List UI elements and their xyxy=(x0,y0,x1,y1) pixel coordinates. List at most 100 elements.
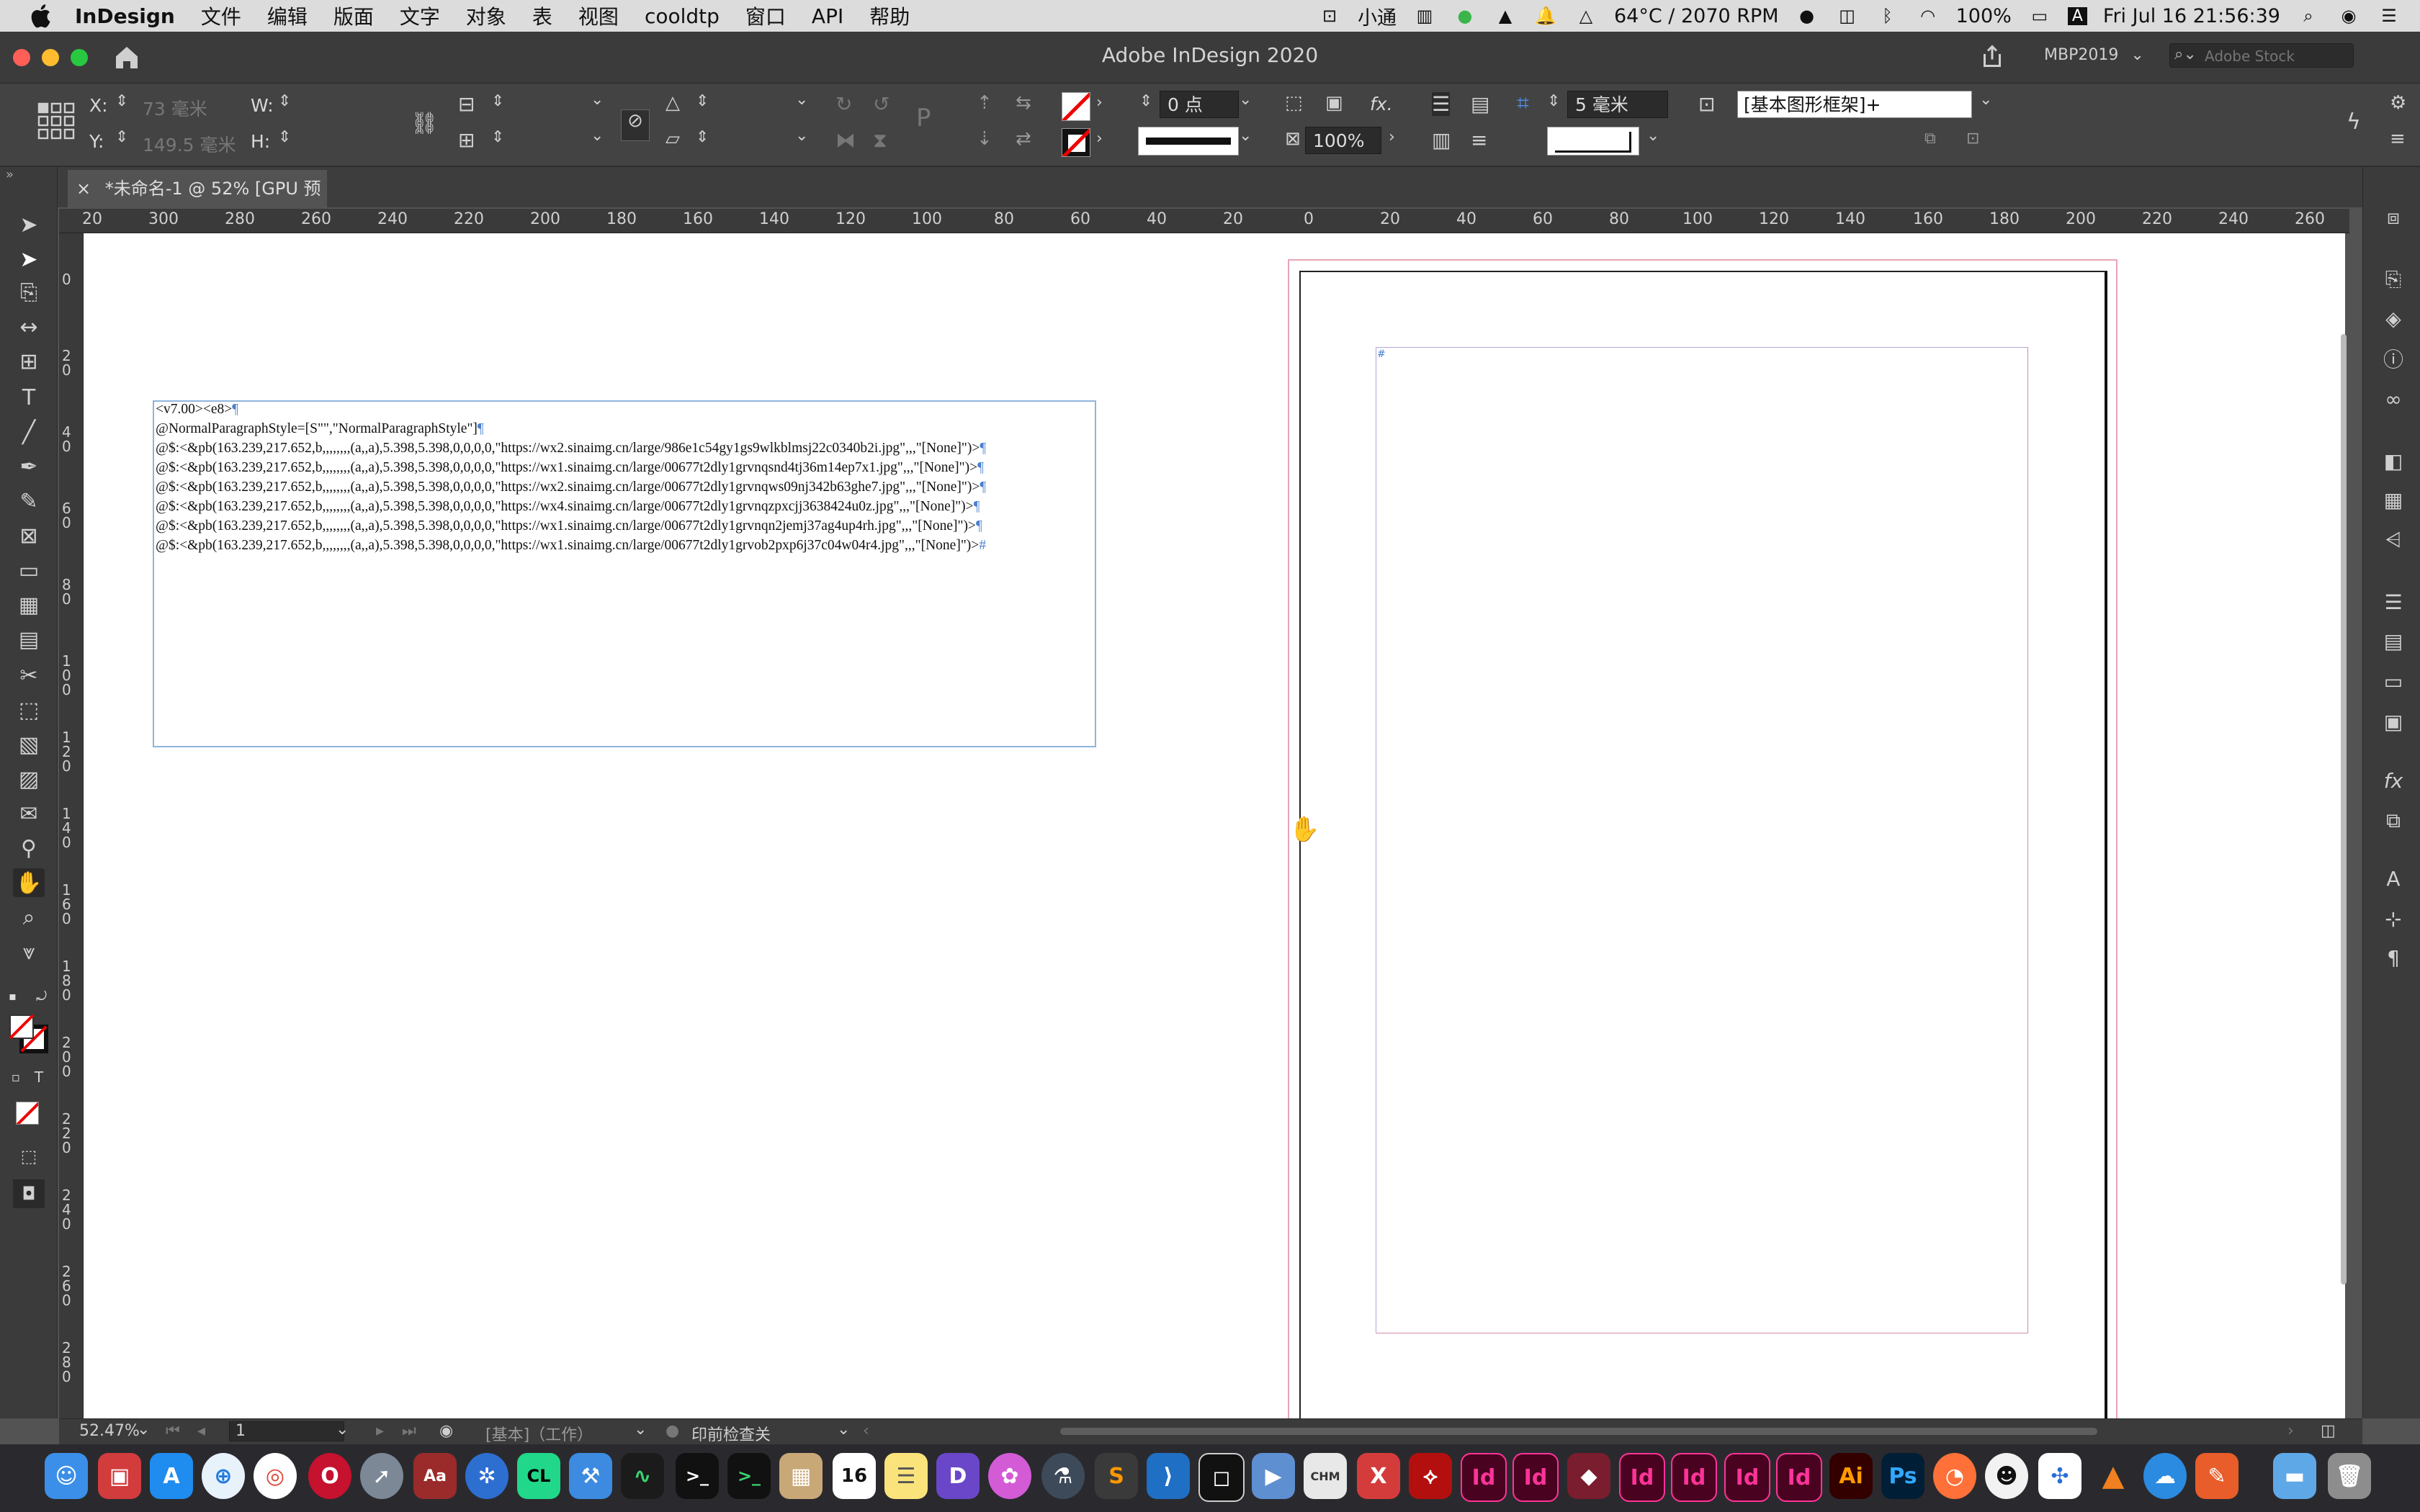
indesign-icon[interactable]: Id xyxy=(1724,1453,1770,1502)
y-stepper[interactable]: ⇕ xyxy=(115,128,128,146)
menu-app-indesign[interactable]: InDesign xyxy=(75,4,175,28)
text-wrap-box-icon[interactable]: ▤ xyxy=(1471,92,1489,116)
opera-icon[interactable]: O xyxy=(308,1453,351,1499)
illustrator-icon[interactable]: Ai xyxy=(1829,1453,1873,1499)
line-tool-icon[interactable]: ╱ xyxy=(13,418,45,446)
new-style-icon[interactable]: ⊡ xyxy=(1966,130,1979,148)
info-panel-icon[interactable]: ⓘ xyxy=(2378,344,2409,373)
panel-settings-icon[interactable]: ⚙ xyxy=(2390,92,2406,114)
free-transform-tool-icon[interactable]: ⬚ xyxy=(13,696,45,724)
pen-tool-icon[interactable]: ✒ xyxy=(13,452,45,481)
prev-page-icon[interactable]: ◂ xyxy=(197,1422,205,1440)
menu-type[interactable]: 文字 xyxy=(400,1,440,30)
gap-field[interactable]: 5 毫米 xyxy=(1567,91,1668,118)
menu-view[interactable]: 视图 xyxy=(578,1,619,30)
scroll-right-icon[interactable]: › xyxy=(2287,1422,2294,1440)
preflight-dropdown[interactable]: ⌄ xyxy=(837,1421,850,1439)
panel-menu-icon[interactable]: ≡ xyxy=(2390,128,2406,150)
profile-dropdown[interactable]: ⌄ xyxy=(634,1421,647,1439)
swap-colors-icon[interactable]: ⤾ xyxy=(36,989,47,1004)
menu-layout[interactable]: 版面 xyxy=(333,1,374,30)
flip-vertical-icon[interactable]: ⧗ xyxy=(873,128,887,153)
photoshop-icon[interactable]: Ps xyxy=(1881,1453,1924,1499)
app-dock-icon[interactable]: ✎ xyxy=(2195,1453,2238,1499)
zoom-tool-icon[interactable]: ⌕ xyxy=(13,903,45,932)
stock-search[interactable]: ⌕⌄ xyxy=(2169,43,2354,68)
opacity-icon[interactable]: ⊠ xyxy=(1285,128,1301,150)
menubar-clock[interactable]: Fri Jul 16 21:56:39 xyxy=(2103,5,2280,27)
flip-horizontal-icon[interactable]: ⧓ xyxy=(835,128,856,152)
frame-fitting-icon[interactable]: ▣ xyxy=(1325,92,1343,114)
rotate-cw-icon[interactable]: ↻ xyxy=(835,92,852,116)
link-icon[interactable]: ⊘ xyxy=(621,109,650,141)
table-panel-icon[interactable]: ▤ xyxy=(2378,626,2409,655)
terminal-icon[interactable]: >_ xyxy=(676,1453,719,1499)
green-dot-icon[interactable]: ● xyxy=(1453,5,1477,27)
view-mode-icon[interactable]: ⬚ xyxy=(13,1142,45,1171)
stroke-weight-field[interactable]: 0 点 xyxy=(1160,91,1239,118)
w-stepper[interactable]: ⇕ xyxy=(278,92,291,110)
menu-help[interactable]: 帮助 xyxy=(869,1,910,30)
cc-libraries-icon[interactable]: ⧈ xyxy=(2378,203,2409,232)
gap-stepper[interactable]: ⇕ xyxy=(1547,92,1560,110)
default-colors-icon[interactable]: ▪ xyxy=(9,989,17,1003)
activity-monitor-icon[interactable]: ∿ xyxy=(621,1453,664,1499)
stroke-type-dropdown[interactable]: ⌄ xyxy=(1239,127,1252,145)
rotate-stepper[interactable]: ⇕ xyxy=(696,92,709,110)
indesign-icon[interactable]: Id xyxy=(1512,1453,1559,1502)
stroke-panel-icon[interactable]: ◧ xyxy=(2378,446,2409,475)
indesign-icon[interactable]: Id xyxy=(1461,1453,1507,1502)
chm-reader-icon[interactable]: CHM xyxy=(1304,1453,1347,1499)
align-panel-icon[interactable]: ⊹ xyxy=(2378,904,2409,933)
firefox-icon[interactable]: ◔ xyxy=(1933,1453,1976,1499)
text-wrap-shape-icon[interactable]: ▥ xyxy=(1432,128,1451,152)
eyedropper-tool-icon[interactable]: ⚲ xyxy=(13,834,45,863)
calendar-icon[interactable]: 16 xyxy=(833,1453,876,1499)
app-dock-icon[interactable]: ✲ xyxy=(465,1453,508,1499)
object-style-field[interactable]: [基本图形框架]+ xyxy=(1737,91,1972,118)
scale-y-stepper[interactable]: ⇕ xyxy=(491,128,504,146)
toolbox-more-icon[interactable]: ⩔ xyxy=(13,937,45,966)
page-tool-icon[interactable]: ⎘ xyxy=(13,278,45,307)
select-next-icon[interactable]: ⇄ xyxy=(1016,128,1031,150)
split-window-icon[interactable]: ◫ xyxy=(2321,1422,2336,1440)
finder-icon[interactable]: ☺ xyxy=(45,1453,88,1499)
links-panel-icon[interactable]: ∞ xyxy=(2378,384,2409,413)
text-wrap-none-icon[interactable]: ☰ xyxy=(1432,92,1451,116)
zoom-level[interactable]: 52.47% xyxy=(79,1422,140,1440)
app-dock-icon[interactable]: D xyxy=(936,1453,980,1499)
app-dock-icon[interactable]: ◆ xyxy=(1567,1453,1610,1499)
quick-apply-icon[interactable]: ϟ xyxy=(2347,109,2361,135)
xiaotong-label[interactable]: 小通 xyxy=(1358,2,1397,30)
document-tab[interactable]: × *未命名-1 @ 52% [GPU 预览] xyxy=(68,170,327,236)
pasteboard[interactable]: <v7.00><e8>¶ @NormalParagraphStyle=[S"",… xyxy=(84,233,2347,1431)
rotate-ccw-icon[interactable]: ↺ xyxy=(873,92,889,116)
x-stepper[interactable]: ⇕ xyxy=(115,92,128,110)
input-method-indicator[interactable]: A xyxy=(2067,6,2087,25)
menu-window[interactable]: 窗口 xyxy=(745,1,786,30)
table-tool-icon[interactable]: ▦ xyxy=(13,590,45,619)
rectangle-tool-icon[interactable]: ▭ xyxy=(13,556,45,585)
first-page-icon[interactable]: ⏮ xyxy=(166,1422,180,1440)
scale-x-stepper[interactable]: ⇕ xyxy=(491,92,504,110)
indesign-icon[interactable]: Id xyxy=(1776,1453,1822,1502)
fit-frame-icon[interactable]: ⬚ xyxy=(1285,92,1303,114)
app-dock-icon[interactable]: ⚗ xyxy=(1041,1453,1085,1499)
text-frame[interactable]: <v7.00><e8>¶ @NormalParagraphStyle=[S"",… xyxy=(153,400,1096,747)
select-content-icon[interactable]: ⇣ xyxy=(977,128,992,150)
fill-stroke-proxy[interactable] xyxy=(9,1014,49,1054)
shear-stepper[interactable]: ⇕ xyxy=(696,128,709,146)
qq-icon[interactable]: ● xyxy=(1795,5,1819,27)
vertical-scrollbar[interactable] xyxy=(2341,334,2347,1284)
scissors-tool-icon[interactable]: ✂ xyxy=(13,661,45,690)
character-panel-icon[interactable]: A xyxy=(2378,864,2409,893)
opacity-field[interactable]: 100% xyxy=(1305,127,1381,154)
battery-icon[interactable]: ▭ xyxy=(2027,5,2052,27)
apple-icon[interactable] xyxy=(27,1,56,30)
shear-dropdown[interactable]: ⌄ xyxy=(795,127,808,145)
sublime-text-icon[interactable]: S xyxy=(1095,1453,1138,1499)
y-field[interactable]: 149.5 毫米 xyxy=(143,131,236,157)
effects-panel-icon[interactable]: fx xyxy=(2378,766,2409,795)
collapse-toolbox-icon[interactable]: » xyxy=(6,167,14,182)
pencil-tool-icon[interactable]: ✎ xyxy=(13,487,45,516)
